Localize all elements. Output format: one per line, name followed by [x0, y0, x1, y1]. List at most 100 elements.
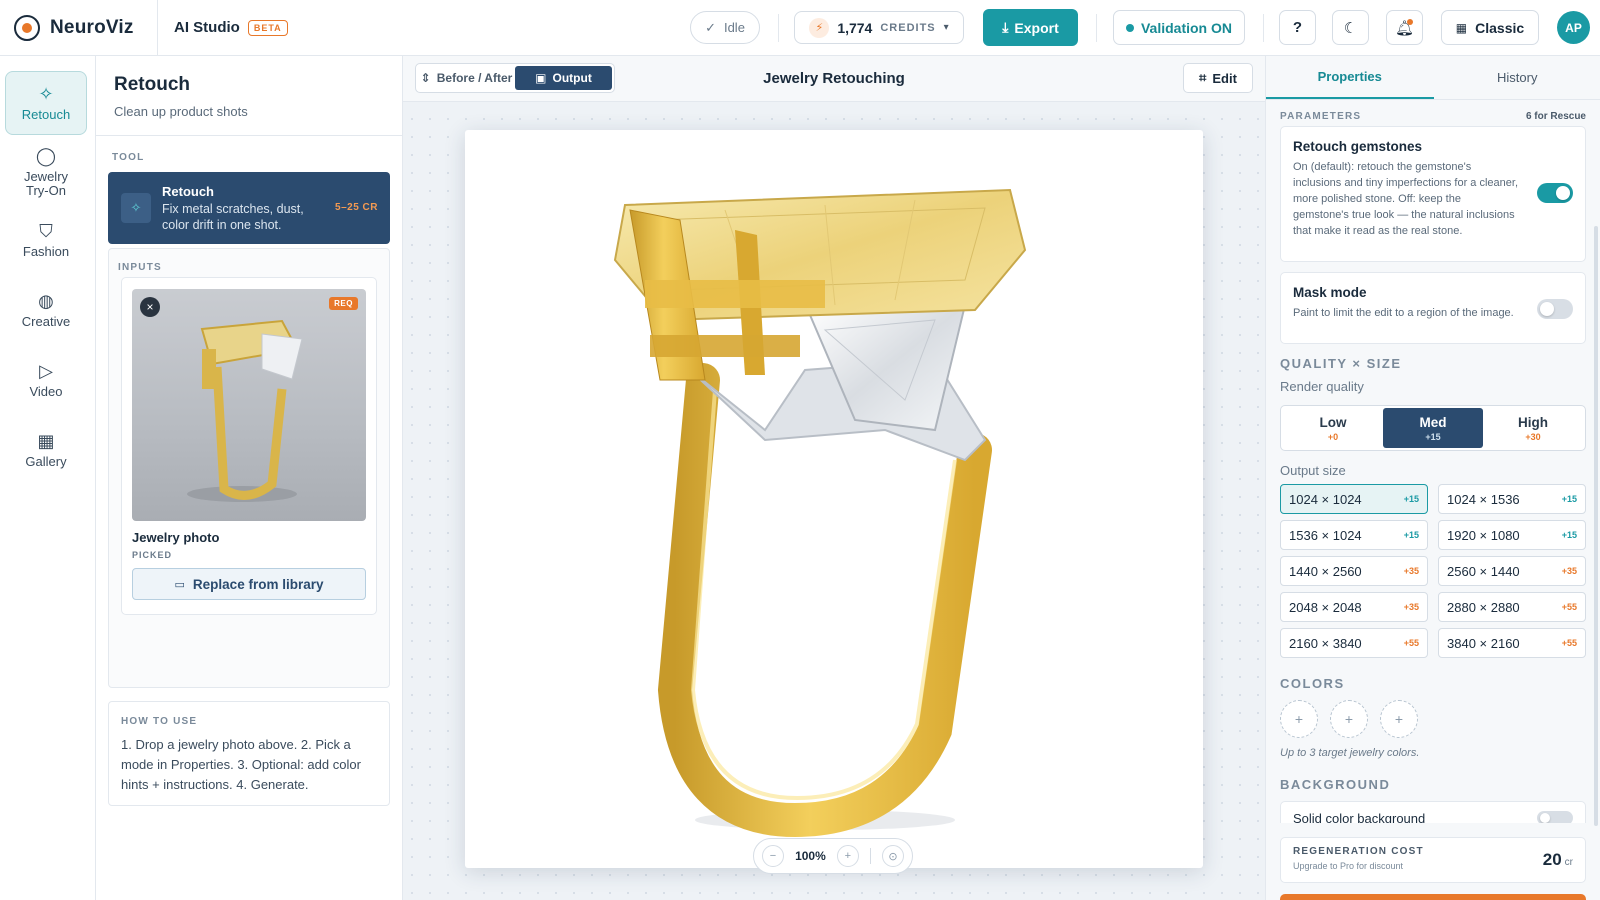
- size-cost: +55: [1561, 638, 1577, 648]
- size-option[interactable]: 2880 × 2880 +55: [1438, 592, 1586, 622]
- zoom-in-button[interactable]: +: [836, 845, 859, 867]
- zoom-out-button[interactable]: −: [762, 845, 784, 867]
- input-name: Jewelry photo: [132, 530, 220, 545]
- input-status: PICKED: [132, 550, 173, 560]
- video-icon: ▷: [39, 361, 53, 381]
- size-option[interactable]: 2160 × 3840 +55: [1280, 628, 1428, 658]
- size-option[interactable]: 1920 × 1080 +15: [1438, 520, 1586, 550]
- rail-item-jewelry-try-on[interactable]: ◯ Jewelry Try-On: [5, 146, 87, 198]
- theme-button[interactable]: ☾: [1332, 10, 1369, 45]
- fit-screen-button[interactable]: ⊙: [881, 845, 904, 867]
- page-subtitle: Clean up product shots: [114, 104, 248, 119]
- how-to-use-text: 1. Drop a jewelry photo above. 2. Pick a…: [121, 737, 361, 792]
- rail-item-video[interactable]: ▷ Video: [5, 361, 87, 399]
- render-quality-selector: Low +0 Med +15 High +30: [1280, 405, 1586, 451]
- size-cost: +55: [1403, 638, 1419, 648]
- quality-low[interactable]: Low +0: [1283, 408, 1383, 448]
- moon-icon: ☾: [1343, 19, 1358, 37]
- avatar[interactable]: AP: [1557, 11, 1590, 44]
- size-value: 2160 × 3840: [1289, 635, 1362, 651]
- tab-output[interactable]: ▣ Output: [515, 66, 612, 90]
- validation-toggle[interactable]: Validation ON: [1113, 10, 1245, 45]
- output-image[interactable]: [465, 130, 1203, 868]
- size-option[interactable]: 1024 × 1024 +15: [1280, 484, 1428, 514]
- add-color-button[interactable]: +: [1330, 700, 1368, 738]
- inputs-box: INPUTS × REQ Jewelry photo PICKED ▭ Repl…: [108, 248, 390, 688]
- credits-label: CREDITS: [880, 21, 936, 34]
- mask-mode-toggle[interactable]: [1537, 299, 1573, 319]
- render-quality-label: Render quality: [1280, 379, 1364, 394]
- inputs-section-label: INPUTS: [118, 262, 162, 273]
- size-option[interactable]: 2560 × 1440 +35: [1438, 556, 1586, 586]
- size-option[interactable]: 1024 × 1536 +15: [1438, 484, 1586, 514]
- size-option[interactable]: 1440 × 2560 +35: [1280, 556, 1428, 586]
- folder-icon: ▭: [174, 578, 185, 591]
- export-label: Export: [1014, 19, 1059, 36]
- size-option[interactable]: 3840 × 2160 +55: [1438, 628, 1586, 658]
- edit-label: Edit: [1212, 70, 1237, 86]
- palette-icon: ◍: [38, 291, 54, 311]
- required-badge: REQ: [329, 297, 358, 310]
- help-icon: ?: [1292, 19, 1303, 36]
- notifications-button[interactable]: 🔔︎: [1386, 10, 1423, 45]
- export-button[interactable]: ⤓ Export: [983, 9, 1078, 46]
- layout-toggle-button[interactable]: ▦ Classic: [1441, 10, 1539, 45]
- quality-size-heading: QUALITY × SIZE: [1280, 356, 1402, 371]
- rail-item-retouch[interactable]: ✧ Retouch: [5, 71, 87, 135]
- gemstones-title: Retouch gemstones: [1293, 139, 1423, 154]
- status-pill[interactable]: ✓ Idle: [690, 11, 760, 44]
- rail-label: Retouch: [21, 107, 71, 122]
- input-card: × REQ Jewelry photo PICKED ▭ Replace fro…: [121, 277, 377, 615]
- grid-icon: ▦: [1455, 20, 1468, 35]
- layout-label: Classic: [1475, 19, 1525, 36]
- size-value: 1024 × 1024: [1289, 491, 1362, 507]
- cost-value: 20 cr: [1543, 850, 1573, 870]
- tool-panel: Retouch Clean up product shots TOOL ✧ Re…: [96, 56, 403, 900]
- tab-history[interactable]: History: [1434, 56, 1600, 99]
- canvas-toolbar: Jewelry Retouching ⇕ Before / After ▣ Ou…: [403, 56, 1265, 102]
- gemstones-toggle[interactable]: [1537, 183, 1573, 203]
- bolt-icon: ⚡: [809, 17, 830, 38]
- input-thumbnail[interactable]: × REQ: [132, 289, 366, 521]
- rail-item-fashion[interactable]: ⛉ Fashion: [5, 221, 87, 259]
- beta-badge: BETA: [247, 19, 288, 36]
- crop-icon: ⌗: [1199, 70, 1207, 85]
- edit-button[interactable]: ⌗ Edit: [1183, 63, 1253, 93]
- tab-properties[interactable]: Properties: [1266, 56, 1434, 99]
- sparkle-icon: ✧: [121, 193, 151, 223]
- mask-mode-card: Mask mode Paint to limit the edit to a r…: [1280, 272, 1586, 344]
- add-color-button[interactable]: +: [1280, 700, 1318, 738]
- solid-background-toggle[interactable]: [1537, 811, 1573, 823]
- rail-label: Creative: [21, 314, 71, 329]
- brand[interactable]: NeuroViz: [0, 0, 158, 56]
- cost-number: 20: [1542, 850, 1562, 869]
- tool-card-retouch[interactable]: ✧ Retouch Fix metal scratches, dust, col…: [108, 172, 390, 244]
- tab-label: Before / After: [436, 71, 513, 85]
- top-bar: NeuroViz AI Studio BETA ✓ Idle ⚡ 1,774 C…: [0, 0, 1600, 56]
- help-button[interactable]: ?: [1279, 10, 1316, 45]
- rail-item-creative[interactable]: ◍ Creative: [5, 291, 87, 329]
- tab-before-after[interactable]: ⇕ Before / After: [418, 66, 515, 90]
- status-dot-icon: [1125, 23, 1134, 32]
- size-value: 1536 × 1024: [1289, 527, 1362, 543]
- rail-label: Gallery: [25, 454, 67, 469]
- remove-input-button[interactable]: ×: [140, 297, 160, 317]
- properties-scrollbar[interactable]: [1594, 226, 1598, 826]
- divider: [869, 848, 871, 864]
- add-color-button[interactable]: +: [1380, 700, 1418, 738]
- generate-button[interactable]: [1280, 894, 1586, 900]
- size-option[interactable]: 2048 × 2048 +35: [1280, 592, 1428, 622]
- quality-high[interactable]: High +30: [1483, 408, 1583, 448]
- status-text: Idle: [723, 20, 745, 35]
- quality-name: Med: [1419, 414, 1447, 430]
- cost-sub: Upgrade to Pro for discount: [1293, 861, 1404, 871]
- divider: [778, 14, 779, 42]
- rail-item-gallery[interactable]: ▦ Gallery: [5, 431, 87, 469]
- credits-dropdown[interactable]: ⚡ 1,774 CREDITS ▾: [794, 11, 964, 44]
- shirt-icon: ⛉: [39, 221, 53, 241]
- tab-label: Output: [552, 71, 592, 85]
- quality-med[interactable]: Med +15: [1383, 408, 1483, 448]
- replace-from-library-button[interactable]: ▭ Replace from library: [132, 568, 366, 600]
- zoom-controls: − 100% + ⊙: [753, 838, 913, 874]
- size-option[interactable]: 1536 × 1024 +15: [1280, 520, 1428, 550]
